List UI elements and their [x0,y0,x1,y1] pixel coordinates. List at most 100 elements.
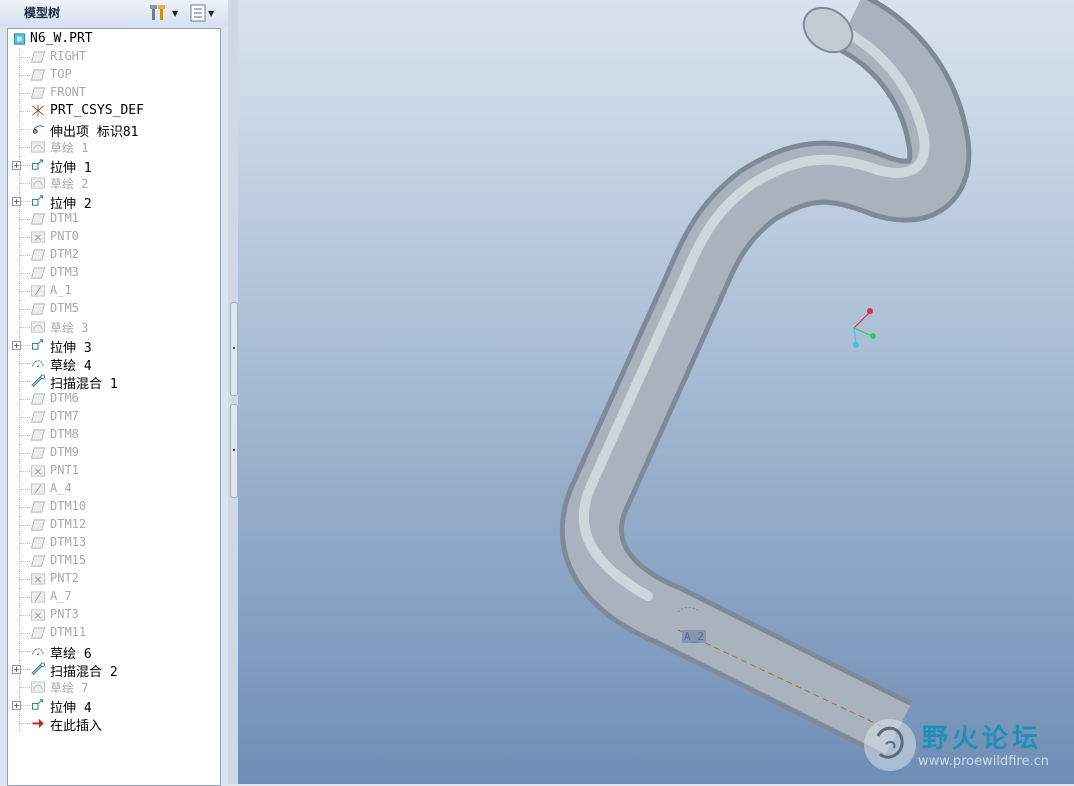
tree-item-label: DTM6 [50,391,79,405]
sketch-icon [31,177,45,189]
datum-plane-icon [30,267,46,279]
tree-item[interactable]: N6_W.PRT [8,30,220,48]
tree-item-label: A_4 [50,481,72,495]
tree-show-button[interactable]: ▼ [190,3,222,23]
tree-connector [19,354,30,372]
tree-item-label: A_1 [50,283,72,297]
datum-point-icon [31,465,45,477]
tree-item[interactable]: RIGHT [8,48,220,66]
datum-plane-icon [30,249,46,261]
tree-item-label: DTM11 [50,625,87,639]
tree-item[interactable]: + 拉伸 1 [8,156,220,176]
expand-icon[interactable]: + [12,341,21,350]
tree-item[interactable]: PNT0 [8,228,220,246]
tree-item-label: DTM5 [50,301,79,315]
tree-item[interactable]: + 拉伸 2 [8,192,220,212]
tree-item[interactable]: + 拉伸 4 [8,696,220,716]
tree-item[interactable]: DTM10 [8,498,220,516]
tree-item[interactable]: 草绘 7 [8,678,220,696]
tree-item[interactable]: DTM11 [8,624,220,642]
tree-item[interactable]: A_4 [8,480,220,498]
panel-title: 模型树 [24,6,61,20]
datum-plane-icon [30,519,46,531]
tree-item-label: DTM15 [50,553,87,567]
splitter-sash-top[interactable] [230,302,238,396]
tree-item[interactable]: DTM3 [8,264,220,282]
tree-connector [19,444,30,462]
csys-triad [853,308,876,348]
tree-item[interactable]: DTM2 [8,246,220,264]
expand-icon[interactable]: + [12,197,21,206]
tree-connector [19,516,30,534]
tree-item[interactable]: DTM1 [8,210,220,228]
sketch-active-icon [31,648,45,656]
tree-item[interactable]: DTM5 [8,300,220,318]
tree-item[interactable]: DTM9 [8,444,220,462]
tree-item[interactable]: PNT3 [8,606,220,624]
tree-connector [19,462,30,480]
tree-item[interactable]: + 拉伸 3 [8,336,220,356]
tree-connector [19,102,30,120]
datum-axis-icon [31,483,45,495]
tree-item-label: PNT0 [50,229,79,243]
tree-connector [19,642,30,660]
tree-connector [19,120,30,138]
tree-item[interactable]: TOP [8,66,220,84]
tree-item[interactable]: DTM12 [8,516,220,534]
tree-item[interactable]: DTM6 [8,390,220,408]
tree-item[interactable]: 草绘 6 [8,642,220,662]
tree-item-label: DTM7 [50,409,79,423]
tree-item-label: DTM9 [50,445,79,459]
tree-item-label: DTM13 [50,535,87,549]
splitter-sash-bottom[interactable] [230,404,238,498]
tree-connector [19,606,30,624]
tree-item[interactable]: 草绘 2 [8,174,220,192]
tree-item[interactable]: A_1 [8,282,220,300]
pipe-highlight [578,25,930,601]
tree-item-label: DTM10 [50,499,87,513]
tree-item[interactable]: DTM8 [8,426,220,444]
grip-icon [233,449,235,451]
tree-item[interactable]: 扫描混合 1 [8,372,220,392]
tree-connector [19,588,30,606]
expand-icon[interactable]: + [12,665,21,674]
datum-plane-icon [30,627,46,639]
logo-text: 野火论坛 [922,724,1043,754]
tree-item-label: 在此插入 [50,719,103,734]
tree-connector [19,282,30,300]
tree-connector [19,264,30,282]
expand-icon[interactable]: + [12,701,21,710]
panel-splitter[interactable] [228,0,238,784]
tree-item[interactable]: DTM13 [8,534,220,552]
tree-item-label: DTM3 [50,265,79,279]
tree-item[interactable]: 草绘 3 [8,318,220,336]
datum-plane-icon [30,393,46,405]
tree-item-label: N6_W.PRT [30,31,93,46]
tree-settings-button[interactable]: ▼ [150,3,182,23]
logo-emblem-icon [864,719,916,771]
tree-item[interactable]: 草绘 1 [8,138,220,156]
tree-item[interactable]: DTM7 [8,408,220,426]
tree-item-label: DTM1 [50,211,79,225]
graphics-viewport[interactable]: A_2 野火论坛 www.proewildfire.cn [238,0,1074,784]
datum-axis-label[interactable]: A_2 [682,630,706,643]
tree-item[interactable]: DTM15 [8,552,220,570]
tree-item[interactable]: PRT_CSYS_DEF [8,102,220,120]
sketch-icon [31,321,45,333]
tree-item[interactable]: 在此插入 [8,714,220,734]
tree-item[interactable]: 草绘 4 [8,354,220,374]
datum-point-icon [31,609,45,621]
expand-icon[interactable]: + [12,161,21,170]
tree-item[interactable]: PNT1 [8,462,220,480]
tree-item[interactable]: 伸出项 标识81 [8,120,220,140]
tree-connector [19,66,30,84]
protrusion-icon [32,125,44,134]
datum-plane-icon [30,303,46,315]
grip-icon [233,347,235,349]
tree-item[interactable]: + 扫描混合 2 [8,660,220,680]
tree-item[interactable]: A_7 [8,588,220,606]
tree-item[interactable]: FRONT [8,84,220,102]
tree-item-label: PNT1 [50,463,79,477]
chevron-down-icon: ▼ [172,8,179,18]
tree-item[interactable]: PNT2 [8,570,220,588]
